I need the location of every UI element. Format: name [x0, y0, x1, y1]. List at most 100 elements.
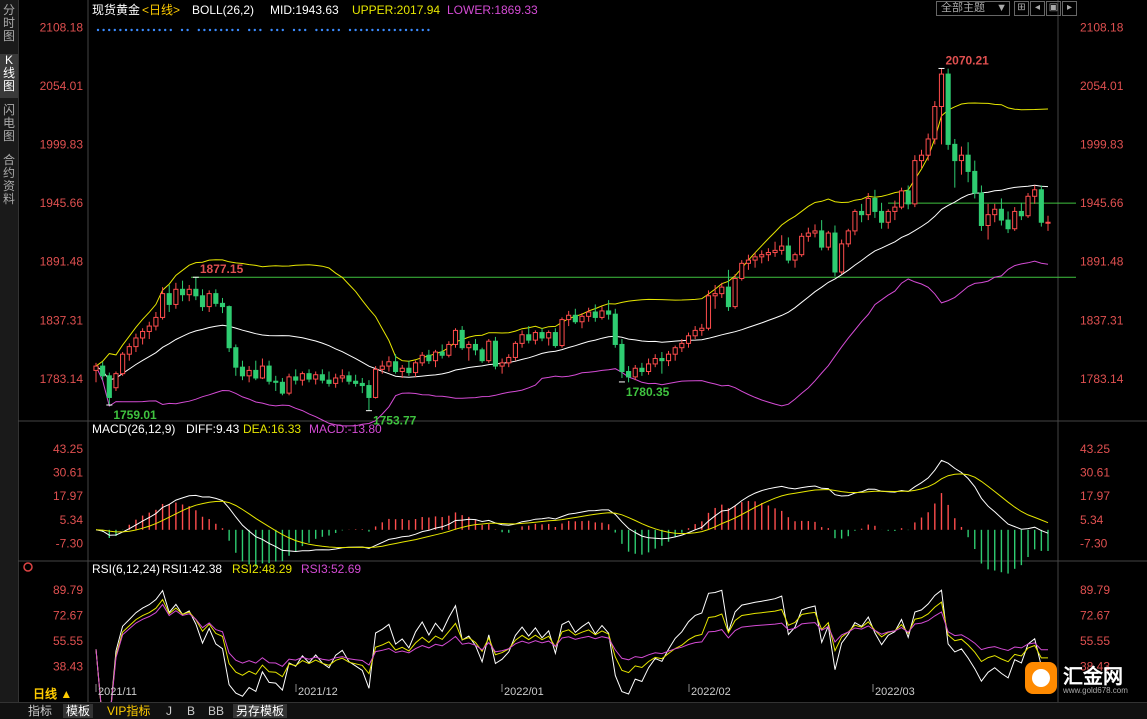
- tab-save-template[interactable]: 另存模板: [233, 704, 288, 718]
- prev-icon[interactable]: ◂: [1030, 1, 1045, 16]
- candle-up[interactable]: [246, 369, 252, 377]
- candle-down[interactable]: [819, 230, 825, 248]
- tab-template[interactable]: 模板: [63, 704, 94, 718]
- candle-down[interactable]: [978, 192, 984, 226]
- candle-down[interactable]: [193, 288, 199, 297]
- candle-up[interactable]: [845, 230, 851, 245]
- candle-down[interactable]: [619, 343, 625, 372]
- candle-up[interactable]: [1032, 189, 1038, 197]
- tab-b[interactable]: B: [184, 704, 198, 718]
- candle-up[interactable]: [432, 351, 439, 362]
- candle-down[interactable]: [439, 351, 445, 356]
- candle-up[interactable]: [519, 334, 525, 344]
- candle-up[interactable]: [140, 330, 146, 339]
- candle-up[interactable]: [958, 154, 965, 162]
- candle-up[interactable]: [759, 254, 765, 258]
- candle-up[interactable]: [153, 316, 159, 327]
- candle-down[interactable]: [273, 380, 279, 383]
- candle-up[interactable]: [546, 332, 552, 339]
- candle-up[interactable]: [665, 353, 672, 362]
- candle-up[interactable]: [506, 356, 512, 364]
- candle-down[interactable]: [213, 293, 219, 304]
- candle-down[interactable]: [972, 170, 978, 194]
- candle-up[interactable]: [599, 310, 605, 318]
- tab-indicator[interactable]: 指标: [25, 704, 55, 718]
- candle-down[interactable]: [359, 382, 365, 387]
- candle-up[interactable]: [1025, 195, 1031, 217]
- candle-down[interactable]: [539, 332, 545, 339]
- period-label[interactable]: <日线>: [142, 3, 180, 17]
- candle-up[interactable]: [732, 277, 738, 308]
- candle-up[interactable]: [1012, 210, 1018, 230]
- candle-up[interactable]: [566, 314, 572, 321]
- candle-down[interactable]: [1038, 189, 1044, 223]
- candle-up[interactable]: [339, 375, 345, 379]
- candle-up[interactable]: [992, 208, 998, 216]
- candle-up[interactable]: [779, 245, 785, 251]
- candle-down[interactable]: [832, 232, 838, 273]
- candle-up[interactable]: [839, 243, 845, 273]
- candle-down[interactable]: [592, 311, 598, 318]
- candle-up[interactable]: [160, 293, 166, 318]
- candle-up[interactable]: [812, 230, 818, 234]
- candle-down[interactable]: [459, 329, 465, 349]
- candle-up[interactable]: [918, 154, 925, 162]
- candle-up[interactable]: [765, 252, 771, 256]
- candle-up[interactable]: [512, 342, 518, 358]
- candle-up[interactable]: [699, 327, 705, 331]
- sidebar-tab-contract-info[interactable]: 合约资料: [0, 154, 18, 212]
- candle-up[interactable]: [752, 256, 758, 261]
- candle-up[interactable]: [313, 374, 319, 380]
- candle-down[interactable]: [785, 245, 791, 261]
- candle-down[interactable]: [879, 210, 885, 223]
- candle-down[interactable]: [239, 366, 246, 377]
- candle-down[interactable]: [233, 347, 239, 368]
- candle-up[interactable]: [559, 319, 565, 347]
- candle-down[interactable]: [293, 376, 299, 381]
- candle-up[interactable]: [333, 377, 339, 384]
- candle-down[interactable]: [199, 295, 206, 308]
- candle-down[interactable]: [965, 154, 971, 172]
- candle-down[interactable]: [945, 73, 951, 145]
- sidebar-tab-timeshare[interactable]: 分时图: [0, 4, 18, 48]
- candle-up[interactable]: [745, 259, 751, 264]
- candle-up[interactable]: [932, 106, 938, 140]
- tab-vip-indicator[interactable]: VIP指标: [104, 704, 153, 718]
- candle-up[interactable]: [865, 197, 871, 216]
- candle-down[interactable]: [100, 365, 106, 377]
- candle-down[interactable]: [612, 313, 618, 345]
- sidebar-tab-kline[interactable]: K线图: [0, 54, 18, 98]
- candle-down[interactable]: [859, 210, 865, 216]
- candle-down[interactable]: [998, 208, 1004, 221]
- candle-down[interactable]: [639, 367, 645, 372]
- candle-up[interactable]: [799, 235, 805, 256]
- candle-up[interactable]: [186, 288, 192, 296]
- candle-up[interactable]: [1045, 221, 1051, 224]
- candle-down[interactable]: [606, 310, 612, 315]
- candle-up[interactable]: [672, 347, 678, 355]
- candle-up[interactable]: [792, 254, 798, 261]
- candle-up[interactable]: [399, 367, 405, 372]
- candle-up[interactable]: [579, 315, 585, 323]
- candle-up[interactable]: [146, 325, 152, 332]
- candle-down[interactable]: [952, 143, 958, 162]
- candle-down[interactable]: [472, 343, 479, 351]
- candle-up[interactable]: [386, 361, 392, 367]
- candle-up[interactable]: [645, 363, 652, 372]
- candle-down[interactable]: [393, 361, 399, 372]
- theme-dropdown[interactable]: 全部主题 ▼: [936, 1, 1010, 16]
- candle-down[interactable]: [279, 381, 285, 394]
- candle-up[interactable]: [985, 214, 991, 226]
- candle-up[interactable]: [286, 376, 292, 394]
- candle-up[interactable]: [412, 362, 419, 374]
- candle-up[interactable]: [466, 343, 472, 349]
- candle-down[interactable]: [406, 367, 412, 374]
- candle-up[interactable]: [705, 295, 712, 329]
- candle-up[interactable]: [486, 340, 492, 362]
- candle-up[interactable]: [805, 232, 811, 237]
- candle-up[interactable]: [173, 288, 179, 305]
- candle-down[interactable]: [572, 314, 578, 323]
- candle-down[interactable]: [306, 373, 312, 380]
- candle-up[interactable]: [586, 311, 592, 317]
- rsi-settings-icon[interactable]: [23, 562, 33, 572]
